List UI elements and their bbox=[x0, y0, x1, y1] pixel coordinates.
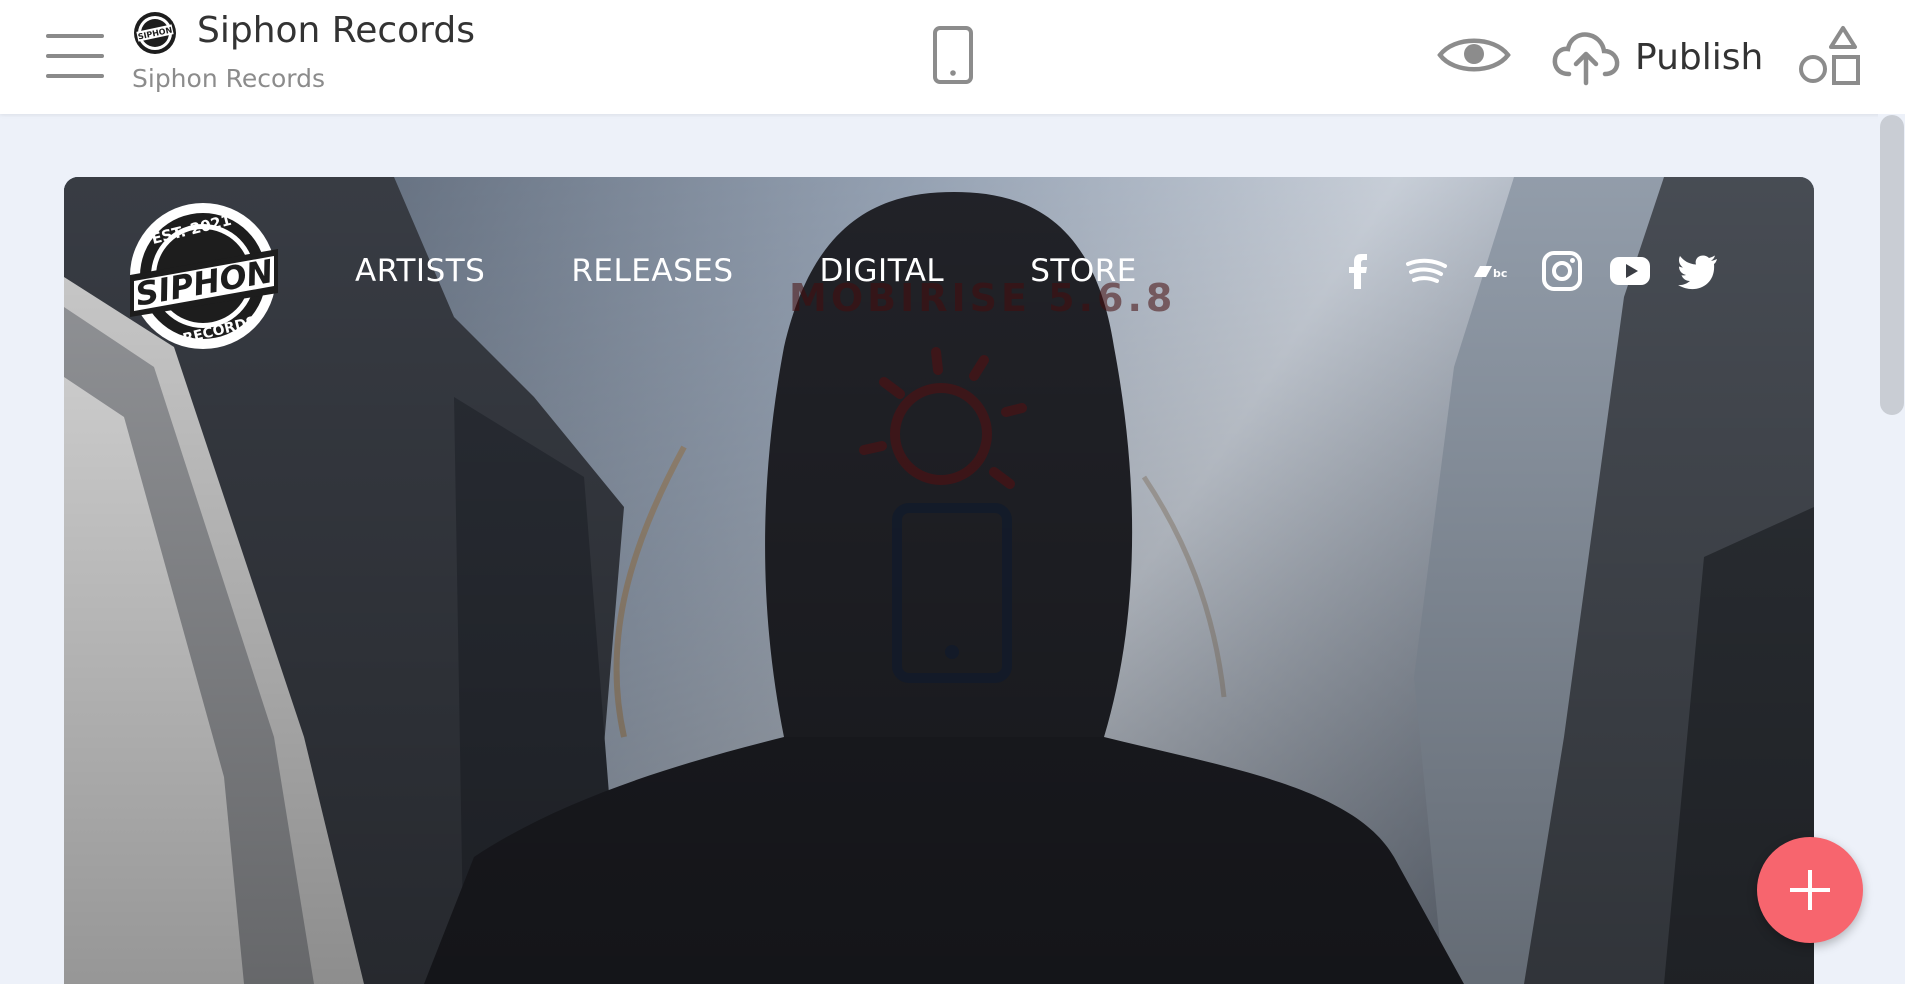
twitter-icon[interactable] bbox=[1676, 249, 1720, 293]
eye-icon[interactable] bbox=[1437, 33, 1511, 77]
loader-text: MOBIRISE 5.6.8 bbox=[789, 276, 1177, 320]
mobile-phone-icon[interactable] bbox=[932, 25, 974, 85]
youtube-icon[interactable] bbox=[1608, 249, 1652, 293]
sun-icon bbox=[859, 347, 1027, 489]
siphon-records-logo[interactable]: SIPHON EST. 2021 RECORDS bbox=[128, 201, 278, 351]
nav-item-artists[interactable]: ARTISTS bbox=[355, 253, 485, 289]
cloud-upload-icon bbox=[1552, 32, 1620, 86]
mobile-phone-icon bbox=[892, 503, 1012, 683]
website-preview[interactable]: SIPHON EST. 2021 RECORDS ARTISTS RELEASE… bbox=[64, 177, 1814, 984]
facebook-icon[interactable] bbox=[1336, 249, 1380, 293]
site-title[interactable]: Siphon Records bbox=[197, 10, 475, 51]
hamburger-menu-icon[interactable] bbox=[46, 34, 104, 80]
instagram-icon[interactable] bbox=[1540, 249, 1584, 293]
site-subtitle: Siphon Records bbox=[132, 64, 326, 93]
nav-item-releases[interactable]: RELEASES bbox=[571, 253, 733, 289]
social-links: bc bbox=[1336, 249, 1744, 293]
site-logo-icon: SIPHON bbox=[134, 12, 176, 54]
publish-button[interactable]: Publish bbox=[1551, 28, 1763, 86]
publish-label: Publish bbox=[1635, 36, 1764, 78]
bandcamp-icon[interactable]: bc bbox=[1472, 249, 1516, 293]
editor-topbar: SIPHON Siphon Records Siphon Records Pub… bbox=[0, 0, 1905, 114]
svg-text:bc: bc bbox=[1493, 267, 1507, 280]
add-block-button[interactable] bbox=[1757, 837, 1863, 943]
blocks-shapes-icon[interactable] bbox=[1797, 25, 1863, 87]
spotify-icon[interactable] bbox=[1404, 249, 1448, 293]
scrollbar-thumb[interactable] bbox=[1880, 115, 1904, 415]
